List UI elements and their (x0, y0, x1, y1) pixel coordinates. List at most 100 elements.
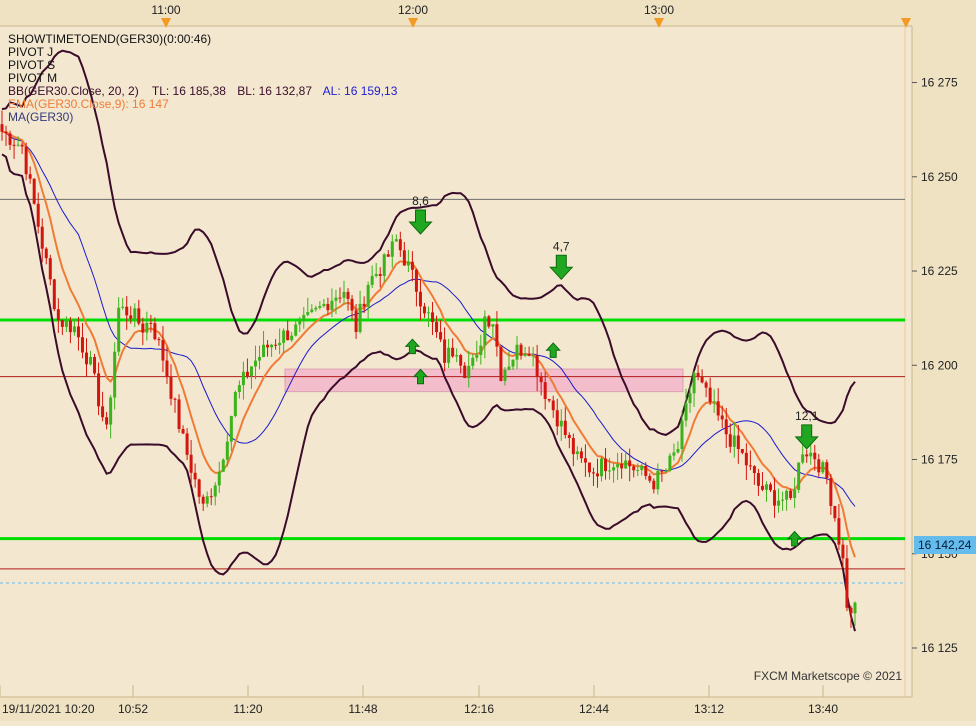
candle-body (724, 419, 728, 435)
candle-body (620, 464, 624, 469)
y-tick-label: 16 175 (921, 453, 958, 467)
candle-body (241, 371, 245, 386)
candle-body (229, 415, 233, 442)
candle-body (125, 306, 129, 316)
candle-body (483, 316, 487, 346)
candle-body (475, 355, 479, 358)
candle-body (181, 429, 185, 434)
candle-body (318, 306, 322, 308)
candle-body (12, 144, 16, 146)
candle-body (463, 365, 467, 379)
arrow-label: 12,1 (795, 409, 819, 423)
candle-body (64, 320, 68, 327)
candle-body (84, 352, 88, 365)
candle-body (447, 347, 451, 363)
candle-body (233, 392, 237, 416)
candle-body (249, 366, 253, 377)
candle-body (245, 371, 249, 377)
candle-body (258, 356, 262, 361)
candle-body (459, 355, 463, 366)
candle-body (841, 544, 845, 559)
candle-body (44, 248, 48, 259)
candle-body (278, 342, 282, 346)
arrow-label: 4,7 (553, 239, 570, 253)
candle-body (185, 433, 189, 455)
candle-body (527, 353, 531, 356)
candle-body (286, 330, 290, 341)
legend-ema: EMA(GER30.Close,9): 16 147 (8, 97, 169, 111)
candle-body (338, 297, 342, 299)
candle-body (113, 351, 117, 398)
candle-body (80, 337, 84, 353)
candle-body (515, 344, 519, 360)
candle-body (362, 303, 366, 307)
candle-body (507, 366, 511, 370)
candle-body (825, 462, 829, 479)
current-price-label: 16 142,24 (918, 538, 972, 552)
candle-body (8, 133, 12, 145)
arrow-label: 8,6 (412, 194, 429, 208)
legend-line-2: PIVOT J (8, 45, 53, 59)
candle-body (499, 346, 503, 382)
candle-body (700, 376, 704, 383)
candle-body (648, 475, 652, 481)
candle-body (845, 558, 849, 608)
candle-body (632, 466, 636, 471)
candle-body (394, 239, 398, 242)
top-time-1100: 11:00 (151, 3, 180, 17)
y-tick-label: 16 250 (921, 170, 958, 184)
candle-body (153, 323, 157, 340)
candle-body (213, 485, 217, 497)
candle-body (117, 307, 121, 352)
candle-body (640, 465, 644, 471)
candle-body (587, 462, 591, 473)
candle-body (579, 451, 583, 459)
candle-body (105, 417, 109, 425)
legend-bb-label: BB(GER30.Close, 20, 2) (8, 84, 139, 98)
candle-body (829, 478, 833, 506)
candle-body (801, 454, 805, 463)
candle-body (583, 458, 587, 463)
legend-ma: MA(GER30) (8, 110, 73, 124)
y-tick-label: 16 200 (921, 358, 958, 372)
candle-body (398, 239, 402, 251)
candle-body (0, 124, 4, 132)
candle-body (24, 146, 28, 175)
candle-body (837, 518, 841, 545)
candle-body (781, 499, 785, 501)
candle-body (503, 369, 507, 382)
candle-body (221, 459, 225, 472)
x-tick-label: 10:52 (118, 702, 148, 716)
candle-body (688, 393, 692, 404)
candle-body (52, 279, 56, 310)
candle-body (310, 309, 314, 312)
candle-body (676, 448, 680, 453)
candle-body (402, 250, 406, 266)
candle-body (149, 322, 153, 324)
candle-body (523, 353, 527, 356)
candle-body (732, 435, 736, 447)
candle-body (591, 472, 595, 474)
candle-body (101, 406, 105, 418)
candle-body (36, 203, 40, 227)
candle-body (559, 420, 563, 427)
candle-body (342, 291, 346, 298)
candle-body (616, 464, 620, 468)
candle-body (165, 360, 169, 378)
legend-bb-al: AL: 16 159,13 (323, 84, 398, 98)
y-tick-label: 16 275 (921, 76, 958, 90)
candle-body (716, 401, 720, 416)
candle-body (382, 254, 386, 276)
watermark: FXCM Marketscope © 2021 (754, 669, 903, 683)
x-tick-label: 13:12 (694, 702, 724, 716)
candle-body (326, 303, 330, 311)
candle-body (575, 451, 579, 455)
x-tick-label: 11:20 (233, 702, 262, 716)
candle-body (817, 459, 821, 473)
candle-body (60, 320, 64, 327)
candle-body (595, 473, 599, 477)
candle-body (644, 465, 648, 476)
legend-line-1: SHOWTIMETOEND(GER30)(0:00:46) (8, 32, 211, 46)
candle-body (668, 455, 672, 471)
candle-body (692, 372, 696, 394)
